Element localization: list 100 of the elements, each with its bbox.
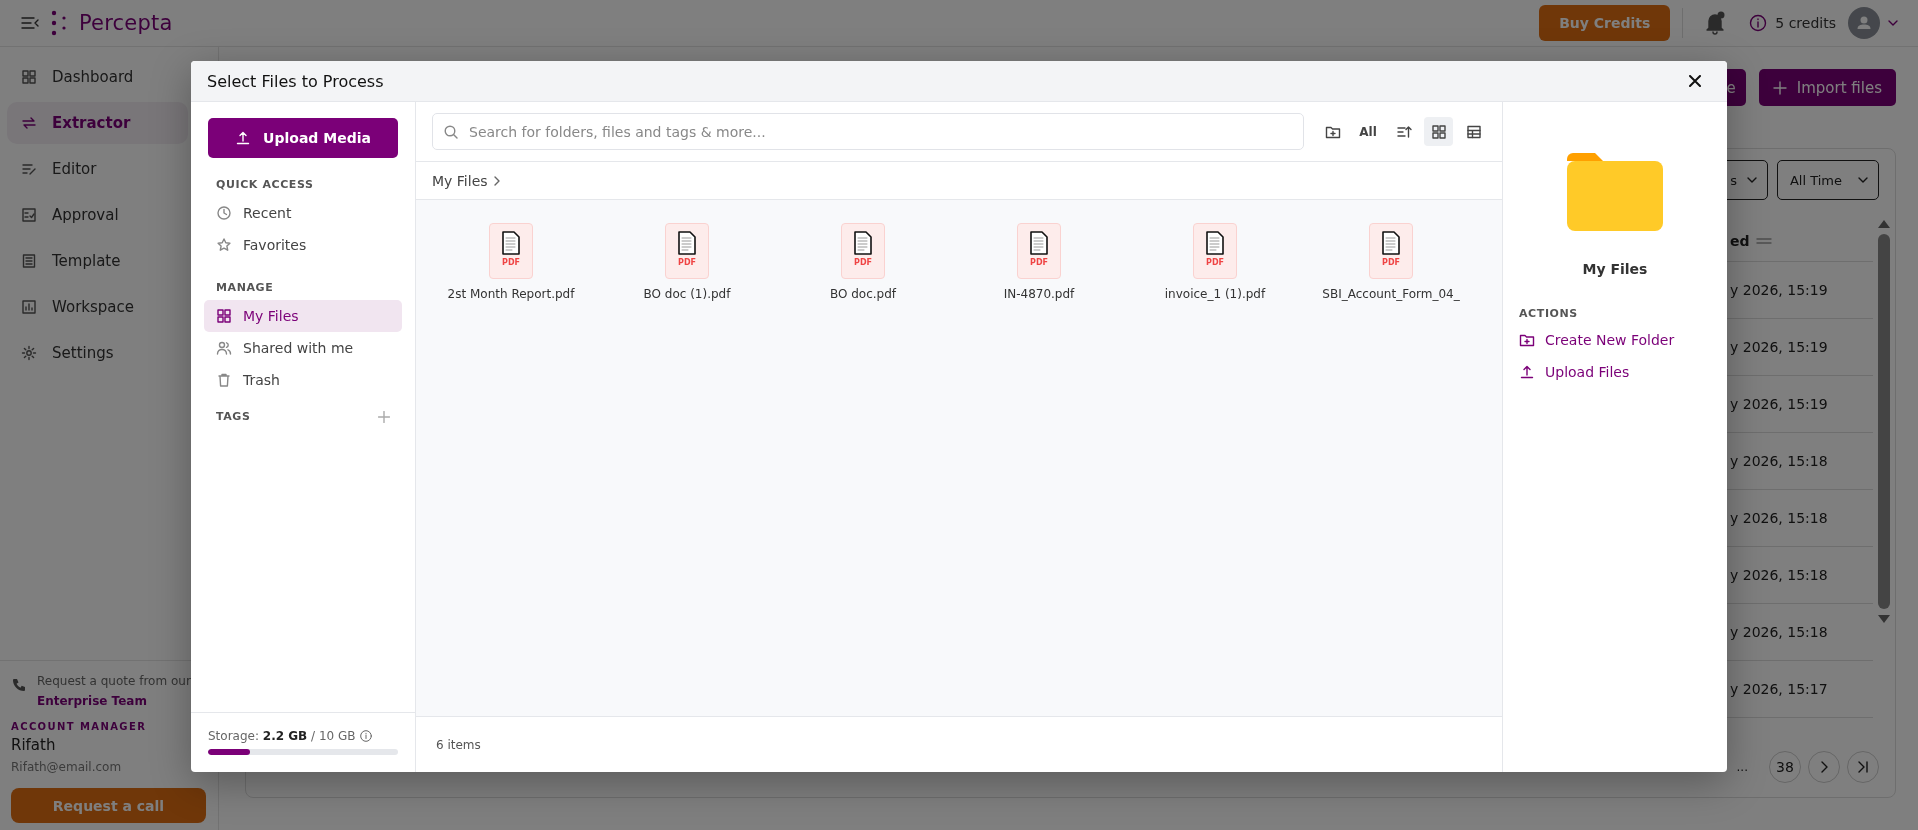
pdf-file-icon: PDF [1193,223,1237,279]
pdf-file-icon: PDF [841,223,885,279]
page-icon [1205,231,1225,255]
page-icon [1029,231,1049,255]
table-cell-text: y 2026, 15:18 [1730,453,1829,469]
file-tile[interactable]: PDF SBI_Account_Form_04_ [1303,223,1479,301]
page-icon [501,231,521,255]
trash-icon [216,372,232,388]
page-icon [677,231,697,255]
brand-name: Percepta [79,11,173,35]
grid-icon [21,69,37,85]
chevron-right-icon [493,175,500,186]
nav-item[interactable]: Editor [7,148,188,190]
file-tile[interactable]: PDF BO doc.pdf [775,223,951,301]
chart-icon [21,299,37,315]
column-header: ed [1730,232,1750,249]
folder-nav-item[interactable]: Shared with me [204,332,402,364]
grid-view-button[interactable] [1424,117,1453,146]
upload-icon [1519,364,1535,380]
pdf-file-icon: PDF [665,223,709,279]
pdf-file-icon: PDF [489,223,533,279]
table-cell-text: y 2026, 15:19 [1730,396,1829,412]
user-avatar-icon [1848,7,1880,39]
document-icon [21,253,37,269]
enterprise-team-link[interactable]: Enterprise Team [37,694,147,708]
last-page-icon [1857,761,1869,773]
folder-icon [1567,151,1663,231]
search-field[interactable]: Search for folders, files and tags & more... [432,113,1304,150]
nav-item[interactable]: Extractor [7,102,188,144]
table-cell-text: y 2026, 15:19 [1730,282,1829,298]
phone-icon [11,677,27,693]
folder-nav-item[interactable]: Favorites [204,229,402,261]
chevron-down-icon [1858,177,1868,183]
item-count: 6 items [436,737,481,752]
pdf-file-icon: PDF [1017,223,1061,279]
drag-handle-icon [1755,237,1772,244]
quote-text: Request a quote from our [37,674,191,688]
file-tile[interactable]: PDF BO doc (1).pdf [599,223,775,301]
clock-icon [216,205,232,221]
file-tile[interactable]: PDF invoice_1 (1).pdf [1127,223,1303,301]
pdf-file-icon: PDF [1369,223,1413,279]
upload-icon [235,130,252,146]
table-cell-text: y 2026, 15:18 [1730,567,1829,583]
table-cell-text: y 2026, 15:19 [1730,339,1829,355]
file-tile[interactable]: PDF 2st Month Report.pdf [423,223,599,301]
folder-nav-item[interactable]: Recent [204,197,402,229]
folder-title: My Files [1582,261,1648,277]
filter-button[interactable]: All [1353,117,1383,146]
dialog-title: Select Files to Process [207,71,384,91]
checklist-icon [21,207,37,223]
info-icon [359,730,372,742]
table-icon [1465,123,1482,140]
star-icon [216,237,232,253]
nav-item[interactable]: Dashboard [7,56,188,98]
account-manager-label: ACCOUNT MANAGER [11,721,148,732]
menu-collapse-icon [21,16,39,30]
section-heading: QUICK ACCESS [215,178,315,191]
section-heading: MANAGE [215,281,275,294]
section-heading: TAGS [215,410,251,423]
chevron-down-icon [1888,20,1898,26]
nav-item[interactable]: Settings [7,332,188,374]
table-cell-text: y 2026, 15:17 [1730,681,1829,697]
arrows-icon [21,115,37,131]
filter-dropdown[interactable]: All Time [1776,160,1879,200]
chevron-down-icon [1746,177,1757,183]
nav-item[interactable]: Template [7,240,188,282]
folder-plus-icon [1519,332,1535,348]
chevron-right-icon [1820,761,1828,773]
grid-icon [1430,123,1447,140]
scroll-down-arrow-icon [1878,615,1890,623]
settings-icon [21,345,37,361]
table-cell-text: y 2026, 15:18 [1730,510,1829,526]
breadcrumb-link[interactable]: My Files [432,172,488,189]
page-icon [1381,231,1401,255]
folder-nav-item[interactable]: Trash [204,364,402,396]
file-tile[interactable]: PDF IN-4870.pdf [951,223,1127,301]
grid-icon [216,308,232,324]
plus-icon [1772,80,1787,95]
section-heading: ACTIONS [1519,307,1578,320]
plus-icon [378,410,390,423]
credits-count: 5 credits [1775,15,1836,31]
folder-nav-item[interactable]: My Files [204,300,402,332]
upload-media-button[interactable]: Upload Media [208,118,398,158]
info-icon [1749,14,1768,32]
sort-icon [1395,123,1412,140]
action-link[interactable]: Create New Folder [1519,324,1675,356]
page-icon [853,231,873,255]
nav-item[interactable]: Approval [7,194,188,236]
action-link[interactable]: Upload Files [1519,356,1630,388]
edit-icon [21,161,37,177]
storage-text: Storage: 2.2 GB / 10 GB [208,729,356,743]
scrollbar-thumb[interactable] [1878,234,1890,609]
scroll-up-arrow-icon [1878,220,1890,228]
close-icon [1689,75,1701,87]
pagination-ellipsis: ... [1736,760,1748,774]
toolbar-button[interactable]: Import files [1758,69,1896,106]
manager-email: Rifath@email.com [11,760,123,774]
table-cell-text: y 2026, 15:18 [1730,624,1829,640]
manager-name: Rifath [11,736,57,754]
nav-item[interactable]: Workspace [7,286,188,328]
